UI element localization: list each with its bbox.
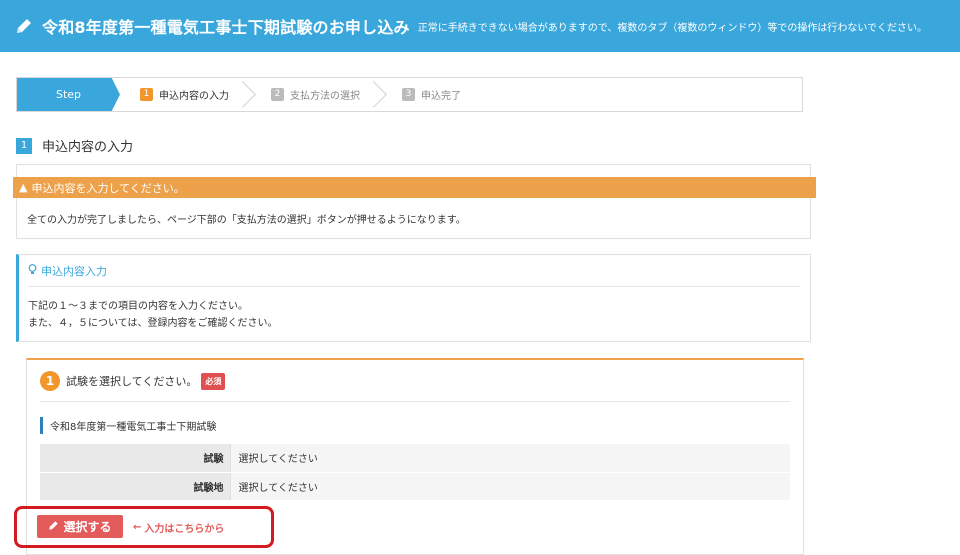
header-note: 正常に手続きできない場合がありますので、複数のタブ（複数のウィンドウ）等での操作… xyxy=(417,22,928,34)
step-label-text: 申込内容の入力 xyxy=(159,91,229,102)
input-here-link-text: 入力はこちらから xyxy=(144,524,225,535)
warning-title: 申込内容を入力してください。 xyxy=(31,181,185,195)
step-label: Step xyxy=(17,78,120,111)
pencil-icon xyxy=(48,520,59,534)
select-button-label: 選択する xyxy=(63,520,112,534)
section-number: 1 xyxy=(16,137,32,154)
section-title-text: 申込内容の入力 xyxy=(42,140,134,155)
input-here-link[interactable]: ← 入力はこちらから xyxy=(133,520,224,535)
step-label-text: 申込完了 xyxy=(421,91,461,102)
page-header: 令和8年度第一種電気工事士下期試験のお申し込み 正常に手続きできない場合がありま… xyxy=(0,0,960,52)
divider xyxy=(28,286,800,287)
warning-banner: ▲ 申込内容を入力してください。 xyxy=(13,177,816,198)
step-number: 3 xyxy=(402,88,415,101)
section-title: 1 申込内容の入力 xyxy=(16,136,133,155)
step-progress-bar: Step 1 申込内容の入力 2 支払方法の選択 3 申込完了 xyxy=(16,77,803,112)
required-badge: 必須 xyxy=(201,372,226,390)
row-label: 試験 xyxy=(40,444,230,473)
warning-icon: ▲ xyxy=(19,181,28,194)
info-text-line-1: 下記の１～３までの項目の内容を入力ください。 xyxy=(28,301,248,312)
exam-heading-text: 試験を選択してください。 xyxy=(66,375,198,388)
exam-heading: 1 試験を選択してください。 必須 xyxy=(40,371,226,391)
warning-text: 全ての入力が完了しましたら、ページ下部の「支払方法の選択」ボタンが押せるようにな… xyxy=(27,215,466,226)
info-title-text: 申込内容入力 xyxy=(41,265,107,278)
warning-panel xyxy=(16,164,811,239)
step-1: 1 申込内容の入力 xyxy=(120,78,241,111)
step-3: 3 申込完了 xyxy=(382,78,473,111)
exam-detail-table: 試験 選択してください 試験地 選択してください xyxy=(40,444,790,501)
step-chevron xyxy=(372,78,382,111)
exam-name: 令和8年度第一種電気工事士下期試験 xyxy=(40,417,216,434)
step-circle-number: 1 xyxy=(40,371,60,391)
row-label: 試験地 xyxy=(40,472,230,501)
step-label-text: 支払方法の選択 xyxy=(290,91,360,102)
divider xyxy=(40,401,790,402)
page-title: 令和8年度第一種電気工事士下期試験のお申し込み xyxy=(42,18,410,37)
step-number: 1 xyxy=(140,88,153,101)
step-number: 2 xyxy=(271,88,284,101)
step-2: 2 支払方法の選択 xyxy=(251,78,372,111)
step-chevron xyxy=(241,78,251,111)
table-row: 試験 選択してください xyxy=(40,444,790,473)
arrow-left-icon: ← xyxy=(133,522,142,533)
pencil-icon xyxy=(14,16,34,36)
table-row: 試験地 選択してください xyxy=(40,472,790,501)
info-title: 申込内容入力 xyxy=(28,263,107,279)
row-value: 選択してください xyxy=(229,472,790,501)
info-text-line-2: また、４，５については、登録内容をご確認ください。 xyxy=(28,318,278,329)
lightbulb-icon xyxy=(28,264,37,278)
select-button[interactable]: 選択する xyxy=(37,515,123,538)
row-value: 選択してください xyxy=(229,444,790,473)
